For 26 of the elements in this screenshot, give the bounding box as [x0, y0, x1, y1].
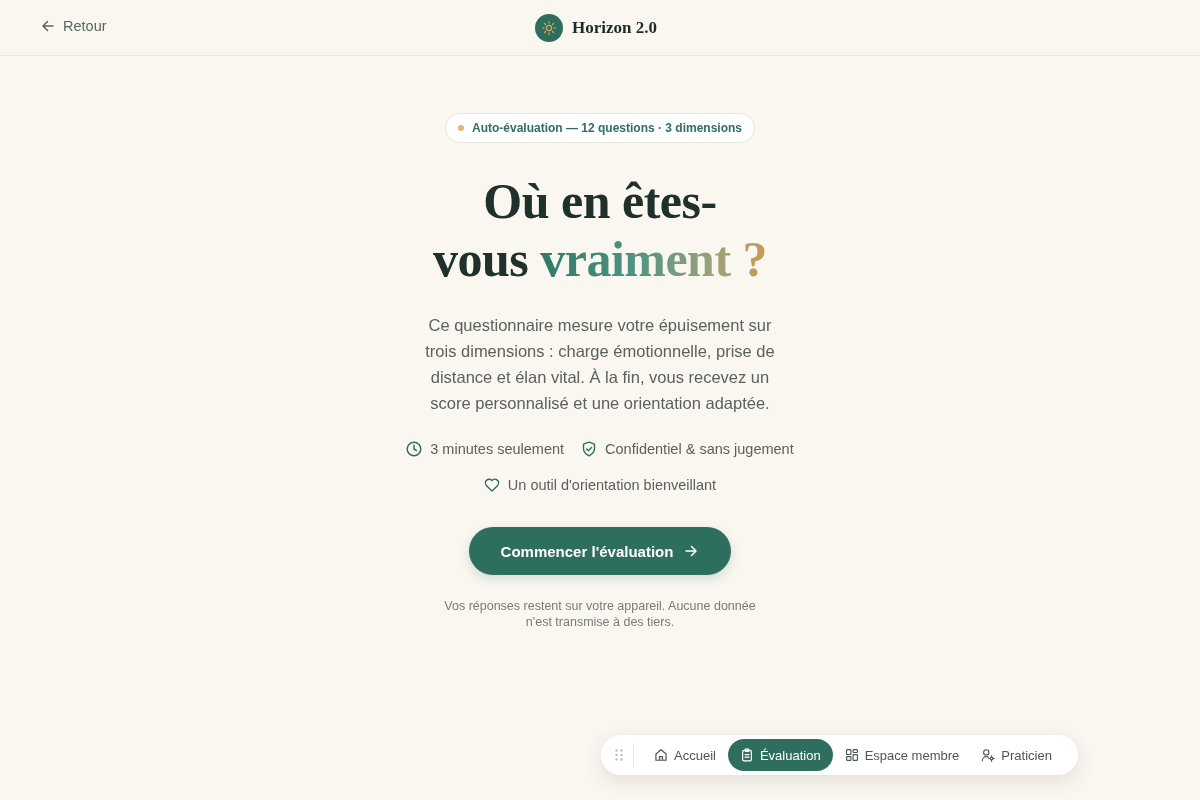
page-title: Où en êtes- vous vraiment ?	[432, 172, 768, 288]
feature-text: Confidentiel & sans jugement	[605, 441, 794, 457]
feature-text: 3 minutes seulement	[430, 441, 565, 457]
shield-check-icon	[581, 441, 598, 457]
back-link[interactable]: Retour	[40, 18, 107, 34]
start-button[interactable]: Commencer l'évaluation	[468, 527, 732, 575]
nav-item[interactable]: Espace membre	[834, 739, 970, 771]
nav-item[interactable]: Évaluation	[727, 739, 833, 771]
grid-icon	[844, 748, 859, 762]
sun-logo-icon	[535, 13, 563, 42]
drag-handle-icon[interactable]	[615, 749, 623, 761]
privacy-note: Vos réponses restent sur votre appareil. Aucune donnée n'est transmise à des tiers.	[443, 598, 757, 630]
intro-text: Ce questionnaire mesure votre épuisement sur trois dimensions : charge émotionnelle, prise de distance et élan vital. À la fin, vous recevez un score personnalisé et une orientation adaptée.	[424, 315, 776, 414]
user-gear-icon	[981, 748, 996, 762]
home-icon	[654, 748, 668, 762]
arrow-right-icon	[683, 543, 700, 559]
brand-name: Horizon 2.0	[572, 17, 657, 38]
dot-icon	[457, 125, 464, 131]
heart-icon	[483, 477, 500, 493]
feature-text: Un outil d'orientation bienveillant	[507, 477, 717, 493]
nav-item[interactable]: Accueil	[644, 739, 726, 771]
clipboard-icon	[739, 748, 754, 762]
clock-icon	[406, 441, 423, 457]
badge-text: Auto-évaluation — 12 questions · 3 dimensions	[471, 121, 742, 135]
nav-item[interactable]: Praticien	[971, 739, 1062, 771]
arrow-left-icon	[40, 18, 56, 34]
